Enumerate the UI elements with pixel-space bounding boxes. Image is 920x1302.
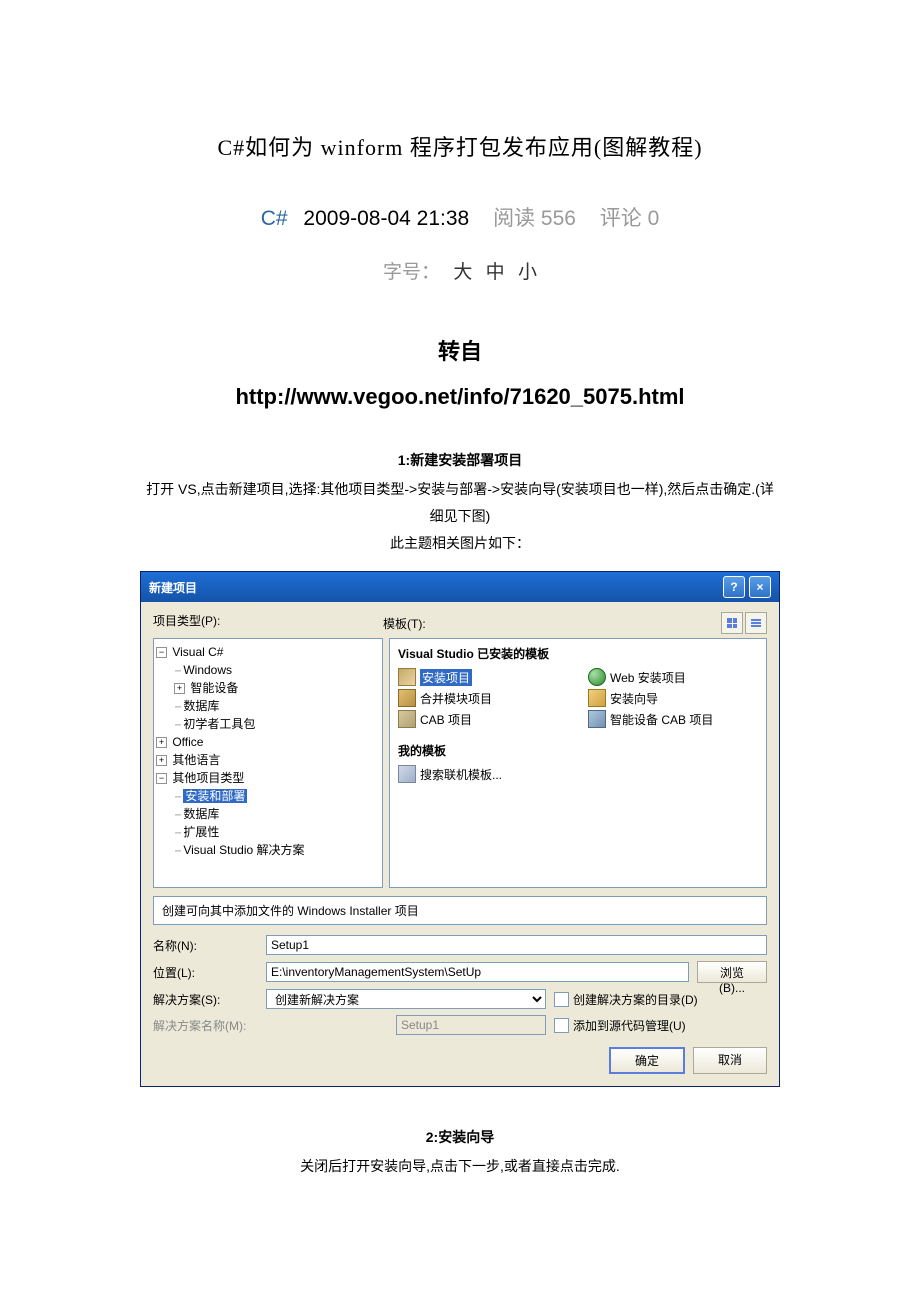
close-icon[interactable]: × bbox=[749, 576, 771, 598]
template-merge-module[interactable]: 合并模块项目 bbox=[398, 689, 568, 707]
publish-date: 2009-08-04 21:38 bbox=[303, 207, 469, 230]
template-setup-project[interactable]: 安装项目 bbox=[398, 668, 568, 686]
section-2-heading: 2:安装向导 bbox=[0, 1127, 920, 1147]
tree-starter-kit[interactable]: 初学者工具包 bbox=[183, 717, 255, 731]
template-web-setup[interactable]: Web 安装项目 bbox=[588, 668, 758, 686]
new-project-dialog: 新建项目 ? × 项目类型(P): 模板(T): bbox=[140, 571, 780, 1087]
article-meta: C# 2009-08-04 21:38 阅读 556 评论 0 bbox=[0, 202, 920, 232]
location-label: 位置(L): bbox=[153, 964, 258, 981]
templates-pane[interactable]: Visual Studio 已安装的模板 安装项目 Web 安装项目 合并模块项… bbox=[389, 638, 767, 888]
name-label: 名称(N): bbox=[153, 937, 258, 954]
font-medium-link[interactable]: 中 bbox=[486, 262, 505, 283]
comment-count: 评论 0 bbox=[600, 207, 660, 230]
solution-name-input bbox=[396, 1015, 546, 1035]
font-small-link[interactable]: 小 bbox=[518, 262, 537, 283]
cancel-button[interactable]: 取消 bbox=[693, 1047, 767, 1074]
view-large-icons-button[interactable] bbox=[721, 612, 743, 634]
browse-button[interactable]: 浏览(B)... bbox=[697, 961, 767, 983]
section-2-number: 2: bbox=[426, 1129, 438, 1145]
ok-button[interactable]: 确定 bbox=[609, 1047, 685, 1074]
my-templates-header: 我的模板 bbox=[398, 742, 758, 759]
project-type-label: 项目类型(P): bbox=[153, 612, 383, 634]
tree-setup-deployment[interactable]: 安装和部署 bbox=[183, 789, 247, 803]
tree-extensibility[interactable]: 扩展性 bbox=[183, 825, 219, 839]
tree-vs-solution[interactable]: Visual Studio 解决方案 bbox=[183, 843, 304, 857]
font-large-link[interactable]: 大 bbox=[453, 262, 472, 283]
section-1-number: 1: bbox=[398, 452, 410, 468]
wizard-icon bbox=[588, 689, 606, 707]
collapse-icon[interactable]: − bbox=[156, 773, 167, 784]
view-small-icons-button[interactable] bbox=[745, 612, 767, 634]
device-icon bbox=[588, 710, 606, 728]
templates-label: 模板(T): bbox=[383, 615, 426, 632]
tree-visual-csharp[interactable]: Visual C# bbox=[172, 645, 223, 659]
expand-icon[interactable]: + bbox=[156, 737, 167, 748]
expand-icon[interactable]: + bbox=[174, 683, 185, 694]
article-title: C#如何为 winform 程序打包发布应用(图解教程) bbox=[0, 130, 920, 162]
tree-smart-device[interactable]: 智能设备 bbox=[190, 681, 238, 695]
section-1-title: 新建安装部署项目 bbox=[410, 452, 522, 468]
location-input[interactable] bbox=[266, 962, 689, 982]
tree-office[interactable]: Office bbox=[172, 735, 203, 749]
search-icon bbox=[398, 765, 416, 783]
globe-icon bbox=[588, 668, 606, 686]
help-icon[interactable]: ? bbox=[723, 576, 745, 598]
merge-icon bbox=[398, 689, 416, 707]
solution-name-label: 解决方案名称(M): bbox=[153, 1017, 258, 1034]
expand-icon[interactable]: + bbox=[156, 755, 167, 766]
source-url[interactable]: http://www.vegoo.net/info/71620_5075.htm… bbox=[0, 384, 920, 410]
add-scm-checkbox[interactable] bbox=[554, 1018, 569, 1033]
tree-other-project-types[interactable]: 其他项目类型 bbox=[172, 771, 244, 785]
template-cab[interactable]: CAB 项目 bbox=[398, 710, 568, 728]
font-size-label: 字号： bbox=[383, 262, 440, 283]
cab-icon bbox=[398, 710, 416, 728]
name-input[interactable] bbox=[266, 935, 767, 955]
tree-database[interactable]: 数据库 bbox=[183, 699, 219, 713]
section-1-heading: 1:新建安装部署项目 bbox=[0, 450, 920, 470]
dialog-title: 新建项目 bbox=[149, 579, 197, 596]
category-link[interactable]: C# bbox=[261, 207, 288, 230]
section-2-title: 安装向导 bbox=[438, 1129, 494, 1145]
source-label: 转自 bbox=[0, 334, 920, 366]
tree-database2[interactable]: 数据库 bbox=[183, 807, 219, 821]
package-icon bbox=[398, 668, 416, 686]
template-description: 创建可向其中添加文件的 Windows Installer 项目 bbox=[153, 896, 767, 925]
create-dir-label: 创建解决方案的目录(D) bbox=[573, 991, 698, 1008]
section-1-caption: 此主题相关图片如下： bbox=[0, 533, 920, 553]
section-1-body: 打开 VS,点击新建项目,选择:其他项目类型->安装与部署->安装向导(安装项目… bbox=[0, 476, 920, 529]
add-scm-label: 添加到源代码管理(U) bbox=[573, 1017, 686, 1034]
read-count: 阅读 556 bbox=[493, 207, 576, 230]
installed-templates-header: Visual Studio 已安装的模板 bbox=[398, 645, 758, 662]
collapse-icon[interactable]: − bbox=[156, 647, 167, 658]
create-dir-checkbox[interactable] bbox=[554, 992, 569, 1007]
tree-other-languages[interactable]: 其他语言 bbox=[172, 753, 220, 767]
tree-windows[interactable]: Windows bbox=[183, 663, 232, 677]
dialog-titlebar[interactable]: 新建项目 ? × bbox=[141, 572, 779, 602]
solution-select[interactable]: 创建新解决方案 bbox=[266, 989, 546, 1009]
project-type-tree[interactable]: − Visual C# ··· Windows + 智能设备 ··· 数据库 ·… bbox=[153, 638, 383, 888]
template-smart-cab[interactable]: 智能设备 CAB 项目 bbox=[588, 710, 758, 728]
template-setup-wizard[interactable]: 安装向导 bbox=[588, 689, 758, 707]
template-search-online[interactable]: 搜索联机模板... bbox=[398, 765, 758, 783]
solution-label: 解决方案(S): bbox=[153, 991, 258, 1008]
section-2-body: 关闭后打开安装向导,点击下一步,或者直接点击完成. bbox=[0, 1153, 920, 1180]
font-size-selector: 字号： 大 中 小 bbox=[0, 257, 920, 284]
